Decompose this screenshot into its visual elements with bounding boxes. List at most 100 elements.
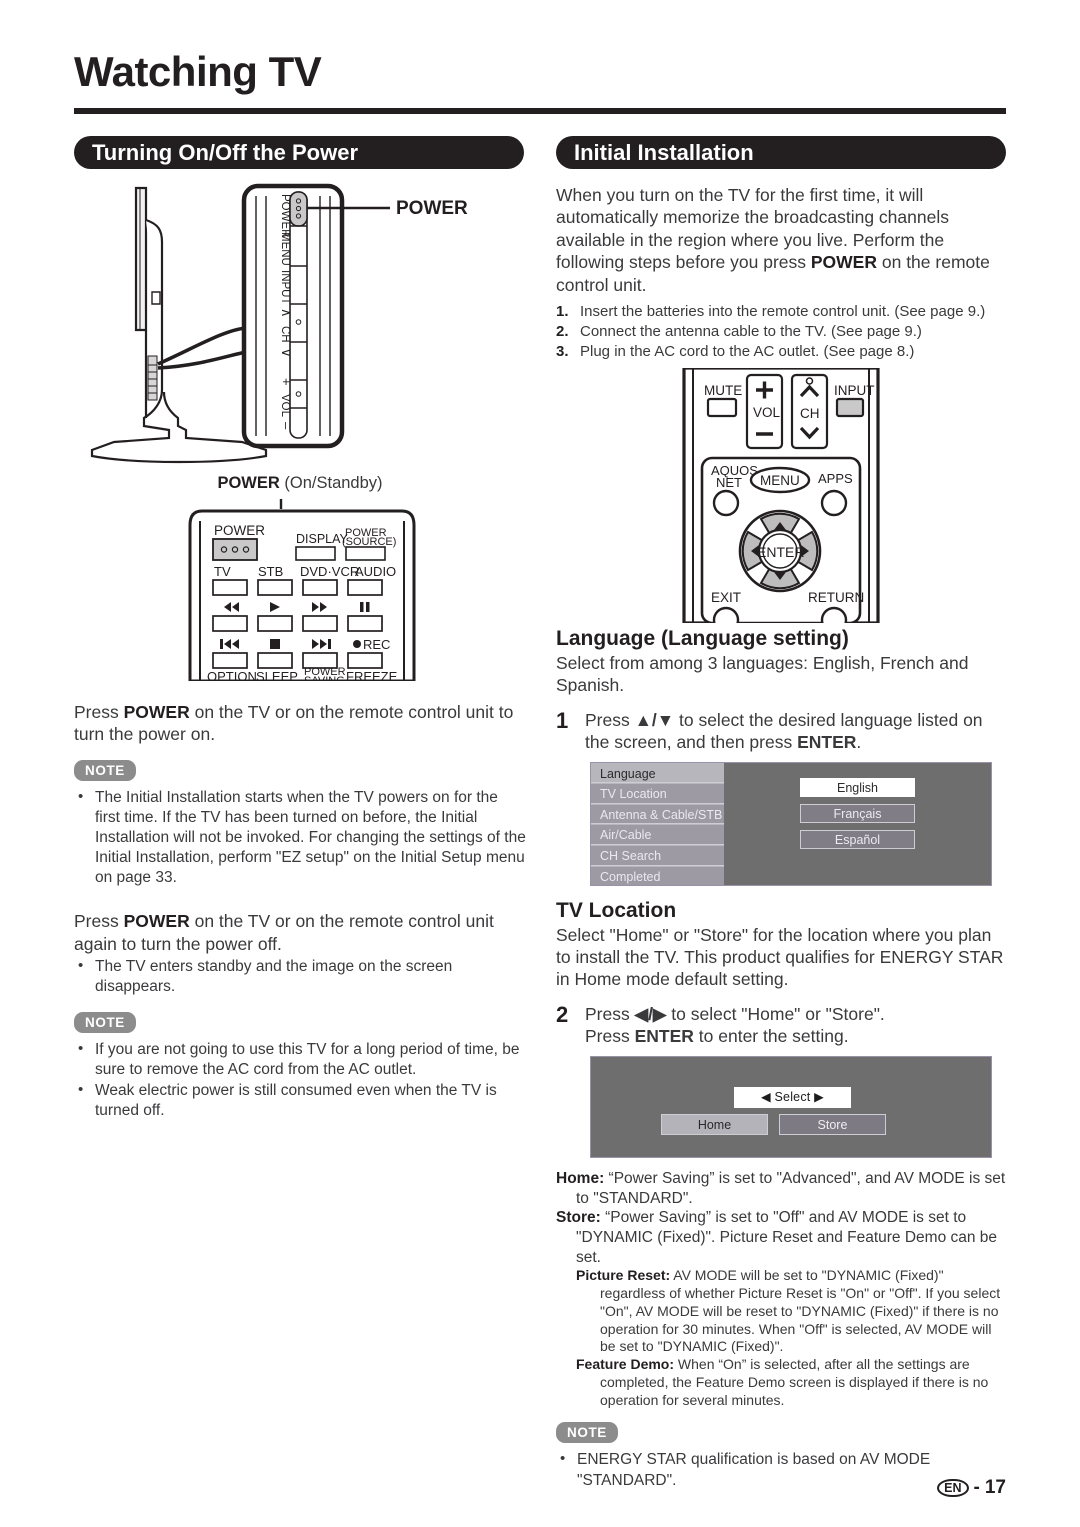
left-column: POWER MENU INPUT ∧ CH ∨ + VOL – POWER PO… <box>74 180 526 1122</box>
power-off-bold: POWER <box>123 911 190 932</box>
power-off-pre: Press <box>74 911 124 932</box>
step-text: Press ◀/▶ to select "Home" or "Store". Pr… <box>585 1003 885 1047</box>
remote-label-ch: CH <box>800 406 820 421</box>
step-bold: ENTER <box>797 731 857 752</box>
initial-steps-list: 1. Insert the batteries into the remote … <box>556 302 1006 362</box>
step-number: 2. <box>556 322 569 340</box>
osd-language-option-francais[interactable]: Français <box>800 803 915 823</box>
panel-label-vol-minus: – <box>279 422 294 430</box>
remote-label-audio: AUDIO <box>355 564 396 579</box>
remote-label-mute: MUTE <box>704 383 742 398</box>
definition-home: Home: “Power Saving” is set to "Advanced… <box>556 1169 1006 1208</box>
osd-menu-column: Language TV Location Antenna & Cable/STB… <box>591 762 724 885</box>
osd-menu-item-language[interactable]: Language <box>591 762 724 784</box>
remote-label-net: NET <box>716 475 742 490</box>
section-header-turning-power: Turning On/Off the Power <box>74 136 524 169</box>
tv-location-step-2: 2 Press ◀/▶ to select "Home" or "Store".… <box>556 1001 1006 1047</box>
list-item: 1. Insert the batteries into the remote … <box>556 302 1006 322</box>
panel-label-power: POWER <box>279 194 291 237</box>
page-footer: EN - 17 <box>937 1477 1006 1499</box>
updown-arrows-icon: ▲/▼ <box>634 709 675 730</box>
osd-menu-item-antenna[interactable]: Antenna & Cable/STB <box>591 803 724 825</box>
locale-badge: EN <box>937 1478 969 1498</box>
power-on-bold: POWER <box>123 702 190 722</box>
remote-label-sleep: SLEEP <box>256 669 298 681</box>
remote-label-input: INPUT <box>834 383 875 398</box>
step-number: 3. <box>556 342 569 360</box>
remote-label-option: OPTION <box>207 669 257 681</box>
osd-menu-item-ch-search[interactable]: CH Search <box>591 845 724 866</box>
note-badge-2: NOTE <box>74 1011 136 1033</box>
remote-label-exit: EXIT <box>711 590 741 605</box>
step-text: Plug in the AC cord to the AC outlet. (S… <box>580 342 915 360</box>
osd-menu-item-tv-location[interactable]: TV Location <box>591 783 724 804</box>
definition-feature-demo: Feature Demo: When “On” is selected, aft… <box>556 1356 1006 1409</box>
note-badge-1: NOTE <box>74 759 136 781</box>
definition-term: Feature Demo: <box>576 1356 675 1373</box>
remote-label-tv: TV <box>214 564 231 579</box>
note-1-list: The Initial Installation starts when the… <box>74 787 526 889</box>
panel-label-vol-plus: + <box>279 378 294 386</box>
remote-label-display: DISPLAY <box>296 532 349 546</box>
definition-text: “Power Saving” is set to "Off" and AV MO… <box>576 1209 998 1266</box>
power-on-paragraph: Press POWER on the TV or on the remote c… <box>74 701 526 746</box>
step-text: Connect the antenna cable to the TV. (Se… <box>580 322 922 340</box>
power-off-bullet-list: The TV enters standby and the image on t… <box>74 956 526 997</box>
step-pre: Press <box>585 709 635 730</box>
panel-label-ch: CH <box>279 326 291 343</box>
list-item: If you are not going to use this TV for … <box>78 1039 526 1080</box>
language-heading: Language (Language setting) <box>556 626 849 650</box>
osd-tv-location-screen: ◀ Select ▶ Home Store <box>590 1055 992 1158</box>
panel-label-menu: MENU <box>279 232 291 266</box>
power-on-pre: Press <box>74 702 124 722</box>
panel-label-ch-up: ∧ <box>279 308 294 318</box>
osd-location-button-store[interactable]: Store <box>779 1113 886 1135</box>
osd-language-option-english[interactable]: English <box>800 777 915 797</box>
osd-select-hint: ◀ Select ▶ <box>734 1086 851 1108</box>
note-2-list: If you are not going to use this TV for … <box>74 1039 526 1122</box>
right-column: When you turn on the TV for the first ti… <box>556 180 1006 1492</box>
definition-store: Store: “Power Saving” is set to "Off" an… <box>556 1208 1006 1267</box>
tv-side-panel-figure: POWER MENU INPUT ∧ CH ∨ + VOL – POWER <box>74 180 526 490</box>
section-header-initial-installation: Initial Installation <box>556 136 1006 169</box>
remote-label-power-saving-2: SAVING <box>304 675 345 681</box>
remote-label-vol: VOL <box>753 405 781 420</box>
osd-menu-item-completed[interactable]: Completed <box>591 865 724 885</box>
page-title: Watching TV <box>74 48 322 95</box>
list-item: The TV enters standby and the image on t… <box>78 956 526 997</box>
step-line2-pre: Press <box>585 1025 635 1046</box>
title-divider <box>74 108 1006 114</box>
step-number: 2 <box>556 1001 569 1027</box>
osd-menu-item-air-cable[interactable]: Air/Cable <box>591 824 724 846</box>
definition-text: “Power Saving” is set to "Advanced", and… <box>576 1169 1006 1207</box>
list-item: 2. Connect the antenna cable to the TV. … <box>556 322 1006 342</box>
language-step-1: 1 Press ▲/▼ to select the desired langua… <box>556 707 1006 753</box>
list-item: Weak electric power is still consumed ev… <box>78 1080 526 1121</box>
manual-page: Watching TV Turning On/Off the Power Ini… <box>0 0 1080 1527</box>
list-item: The Initial Installation starts when the… <box>78 787 526 889</box>
step-text: Press ▲/▼ to select the desired language… <box>585 709 1006 753</box>
select-left-arrow-icon: ◀ <box>761 1089 771 1104</box>
step-post: . <box>856 731 862 752</box>
power-off-paragraph: Press POWER on the TV or on the remote c… <box>74 910 526 955</box>
panel-label-ch-down: ∨ <box>279 348 294 358</box>
remote-label-return: RETURN <box>808 590 864 605</box>
osd-language-option-espanol[interactable]: Español <box>800 829 915 849</box>
osd-location-button-home[interactable]: Home <box>661 1113 768 1135</box>
power-callout-label: POWER <box>396 198 468 219</box>
definition-term: Home: <box>556 1169 605 1187</box>
page-number: 17 <box>984 1477 1006 1498</box>
step-number: 1. <box>556 302 569 320</box>
language-intro: Select from among 3 languages: English, … <box>556 652 969 696</box>
panel-label-vol: VOL <box>279 394 291 418</box>
remote-label-stb: STB <box>258 564 283 579</box>
step-mid: to select "Home" or "Store". <box>666 1003 885 1024</box>
step-number: 1 <box>556 707 569 733</box>
select-right-arrow-icon: ▶ <box>814 1089 824 1104</box>
note-badge-3: NOTE <box>556 1422 618 1444</box>
step-line2-post: to enter the setting. <box>693 1025 849 1046</box>
footer-separator: - <box>973 1477 980 1498</box>
tv-location-definitions: Home: “Power Saving” is set to "Advanced… <box>556 1169 1006 1409</box>
definition-term: Store: <box>556 1209 601 1227</box>
select-hint-text: Select <box>774 1089 811 1104</box>
